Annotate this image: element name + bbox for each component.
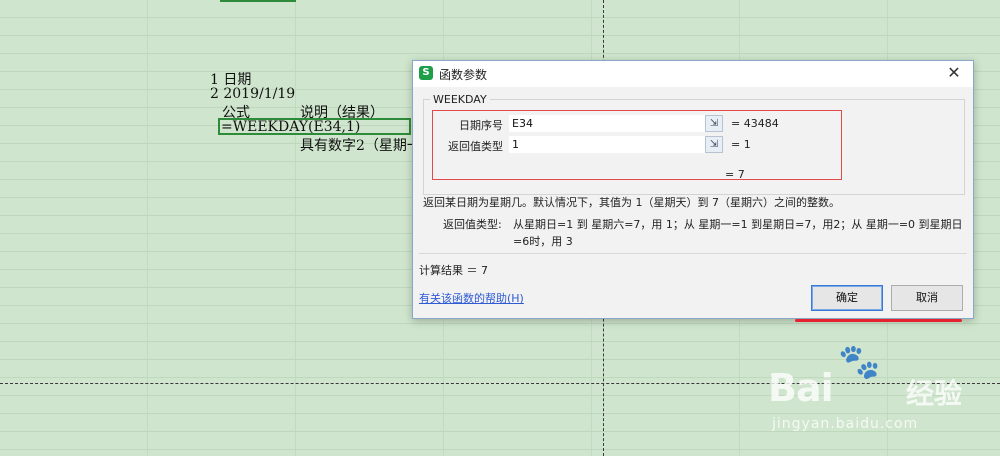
ok-button[interactable]: 确定 [811,285,883,311]
annotation-highlight-box [432,110,842,180]
function-help-link[interactable]: 有关该函数的帮助(H) [419,290,524,306]
function-name-label: WEEKDAY [430,93,490,106]
dialog-title: 函数参数 [439,68,488,82]
cell-desc-partial[interactable]: 具有数字2（星期一 [300,135,412,155]
cancel-button[interactable]: 取消 [891,285,963,311]
watermark-brand-cn: 经验 [906,377,963,410]
arg-help-text: 从星期日=1 到 星期六=7，用 1；从 星期一=1 到星期日=7，用2；从 星… [513,218,963,248]
arg-help-label: 返回值类型: [443,218,502,231]
cell-row2[interactable]: 2 2019/1/19 [210,86,295,102]
function-arguments-dialog: S 函数参数 ✕ WEEKDAY 日期序号 E34 ⇲ = 43484 返回值类… [412,60,974,322]
dialog-titlebar[interactable]: S 函数参数 ✕ [413,61,973,87]
baidu-jingyan-watermark: 🐾 Bai 经验 jingyan.baidu.com [768,342,988,442]
watermark-brand: Bai [768,366,834,410]
annotation-underline [795,319,962,322]
watermark-url: jingyan.baidu.com [772,416,919,432]
column-selection-indicator [220,0,296,2]
cell-formula[interactable]: =WEEKDAY(E34,1) [221,119,360,135]
function-description: 返回某日期为星期几。默认情况下，其值为 1（星期天）到 7（星期六）之间的整数。 [423,196,840,209]
close-icon[interactable]: ✕ [945,64,963,82]
app-logo-icon: S [419,66,433,80]
paw-logo-icon: 🐾 [838,342,881,382]
calc-result: 计算结果 ＝ 7 [419,264,488,277]
divider [419,253,967,254]
